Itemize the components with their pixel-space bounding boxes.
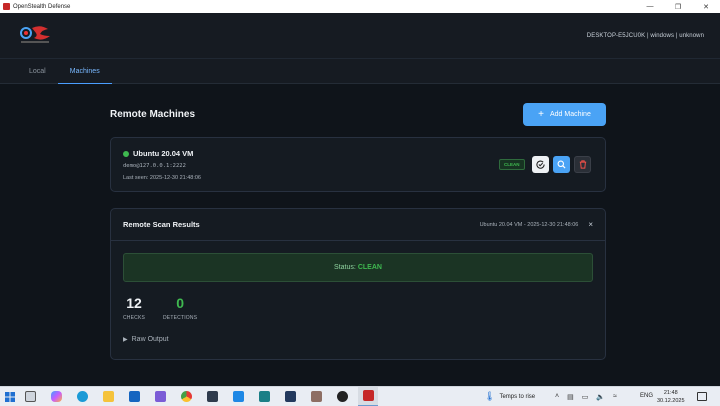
weather-widget[interactable]: 🌡 Temps to rise xyxy=(484,391,535,402)
close-results-button[interactable]: × xyxy=(588,220,593,229)
openstealth-logo-icon xyxy=(18,24,54,48)
results-subtitle: Ubuntu 20.04 VM - 2025-12-30 21:48:06 xyxy=(479,221,579,228)
weather-text: Temps to rise xyxy=(499,393,536,400)
checks-count: 12 xyxy=(126,295,142,311)
clock-time: 21:48 xyxy=(663,390,678,396)
add-machine-button[interactable]: + Add Machine xyxy=(523,103,606,126)
triangle-right-icon: ▶ xyxy=(123,337,128,343)
wifi-icon[interactable]: ≈ xyxy=(613,393,617,401)
window-title: OpenStealth Defense xyxy=(13,3,71,10)
window-titlebar: OpenStealth Defense — ❐ ✕ xyxy=(0,0,720,13)
checks-stat: 12 CHECKS xyxy=(123,295,145,321)
network-icon[interactable]: ▤ xyxy=(567,393,574,401)
tab-local[interactable]: Local xyxy=(17,59,58,83)
language-indicator[interactable]: ENG xyxy=(640,393,653,399)
scan-icon xyxy=(536,160,545,169)
raw-output-toggle[interactable]: ▶ Raw Output xyxy=(123,336,169,343)
close-button[interactable]: ✕ xyxy=(692,0,720,13)
online-status-dot xyxy=(123,150,129,157)
raw-output-label: Raw Output xyxy=(131,336,169,343)
status-value: CLEAN xyxy=(357,264,382,271)
notification-icon[interactable] xyxy=(697,392,707,401)
detections-count: 0 xyxy=(176,295,185,311)
tab-bar: Local Machines xyxy=(0,59,720,84)
status-prefix: Status: xyxy=(334,264,356,271)
thermometer-icon: 🌡 xyxy=(484,391,496,401)
detections-stat: 0 DETECTIONS xyxy=(163,295,197,321)
task-view-icon[interactable] xyxy=(20,387,40,406)
results-header: Remote Scan Results Ubuntu 20.04 VM - 20… xyxy=(111,209,605,241)
results-meta: Ubuntu 20.04 VM - 2025-12-30 21:48:06 × xyxy=(480,220,593,229)
machine-name: Ubuntu 20.04 VM xyxy=(133,149,194,158)
powershell-icon[interactable] xyxy=(280,387,300,406)
page-title: Remote Machines xyxy=(110,109,196,120)
file-explorer-icon[interactable] xyxy=(98,387,118,406)
page-title-row: Remote Machines + Add Machine xyxy=(110,103,606,126)
edge-icon[interactable] xyxy=(72,387,92,406)
machine-address: demo@127.0.0.1:2222 xyxy=(123,163,186,169)
vscode-icon[interactable] xyxy=(228,387,248,406)
copilot-icon[interactable] xyxy=(46,387,66,406)
tab-machines[interactable]: Machines xyxy=(57,59,112,84)
system-tray: ˄ ▤ ▭ 🔈 ≈ xyxy=(555,393,617,401)
chevron-up-icon[interactable]: ˄ xyxy=(555,393,559,401)
clock[interactable]: 21:48 30.12.2025 xyxy=(657,389,685,405)
app-icon xyxy=(3,3,10,10)
add-machine-label: Add Machine xyxy=(549,111,591,118)
plus-icon: + xyxy=(538,108,544,120)
checks-label: CHECKS xyxy=(123,315,146,321)
host-info: DESKTOP-E5JCU0K | windows | unknown xyxy=(586,32,704,39)
trash-icon xyxy=(579,160,586,169)
scan-button[interactable] xyxy=(532,156,549,173)
minimize-button[interactable]: — xyxy=(636,0,664,13)
battery-icon[interactable]: ▭ xyxy=(582,393,589,401)
speaker-icon[interactable]: 🔈 xyxy=(596,393,605,401)
game-icon[interactable] xyxy=(306,387,326,406)
search-icon xyxy=(557,160,566,169)
delete-machine-button[interactable] xyxy=(574,156,591,173)
maximize-button[interactable]: ❐ xyxy=(664,0,692,13)
detections-label: DETECTIONS xyxy=(163,315,198,321)
clock-date: 30.12.2025 xyxy=(657,398,685,404)
results-title: Remote Scan Results xyxy=(123,220,200,229)
machine-card[interactable]: Ubuntu 20.04 VM demo@127.0.0.1:2222 Last… xyxy=(110,137,606,192)
mail-icon[interactable] xyxy=(124,387,144,406)
obs-icon[interactable] xyxy=(332,387,352,406)
view-results-button[interactable] xyxy=(553,156,570,173)
machine-name-row: Ubuntu 20.04 VM xyxy=(123,149,193,158)
chrome-icon[interactable] xyxy=(176,387,196,406)
openstealth-app-icon[interactable] xyxy=(358,386,378,406)
machine-last-seen: Last seen: 2025-12-30 21:48:06 xyxy=(123,175,201,181)
status-badge: CLEAN xyxy=(499,159,525,170)
main-content: Remote Machines + Add Machine Ubuntu 20.… xyxy=(0,85,720,386)
taskbar: 🌡 Temps to rise ˄ ▤ ▭ 🔈 ≈ ENG 21:48 30.1… xyxy=(0,386,720,406)
teams-icon[interactable] xyxy=(150,387,170,406)
git-icon[interactable] xyxy=(202,387,222,406)
app-header: DESKTOP-E5JCU0K | windows | unknown xyxy=(0,13,720,59)
scan-status-banner: Status: CLEAN xyxy=(123,253,593,282)
visual-studio-icon[interactable] xyxy=(254,387,274,406)
windows-start-icon[interactable] xyxy=(0,387,20,406)
scan-results-card: Remote Scan Results Ubuntu 20.04 VM - 20… xyxy=(110,208,606,360)
